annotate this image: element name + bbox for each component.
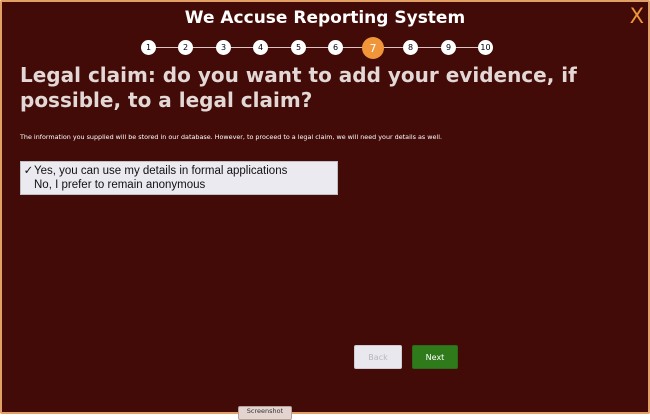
step-2[interactable]: 2 <box>178 40 193 55</box>
step-1[interactable]: 1 <box>141 40 156 55</box>
step-4[interactable]: 4 <box>253 40 268 55</box>
step-9[interactable]: 9 <box>441 40 456 55</box>
option-yes-label: Yes, you can use my details in formal ap… <box>34 165 288 177</box>
progress-stepper: 1 2 3 4 5 6 7 8 9 10 <box>141 37 493 59</box>
screenshot-button[interactable]: Screenshot <box>238 406 292 420</box>
step-8[interactable]: 8 <box>403 40 418 55</box>
step-5[interactable]: 5 <box>291 40 306 55</box>
step-10[interactable]: 10 <box>478 40 493 55</box>
app-window: We Accuse Reporting System X 1 2 3 4 5 6… <box>0 0 650 414</box>
page-title: Legal claim: do you want to add your evi… <box>20 63 577 112</box>
step-7-current[interactable]: 7 <box>362 37 384 59</box>
option-no[interactable]: No, I prefer to remain anonymous <box>21 178 337 192</box>
step-3[interactable]: 3 <box>216 40 231 55</box>
option-no-label: No, I prefer to remain anonymous <box>34 179 206 191</box>
close-button[interactable]: X <box>630 6 644 27</box>
step-6[interactable]: 6 <box>328 40 343 55</box>
back-button[interactable]: Back <box>354 345 402 369</box>
check-icon: ✓ <box>23 165 34 177</box>
consent-listbox[interactable]: ✓Yes, you can use my details in formal a… <box>20 161 338 195</box>
info-text: The information you supplied will be sto… <box>20 133 443 141</box>
stepper-line <box>149 47 485 48</box>
option-yes[interactable]: ✓Yes, you can use my details in formal a… <box>21 164 337 178</box>
next-button[interactable]: Next <box>412 345 458 369</box>
app-title: We Accuse Reporting System <box>184 8 466 28</box>
